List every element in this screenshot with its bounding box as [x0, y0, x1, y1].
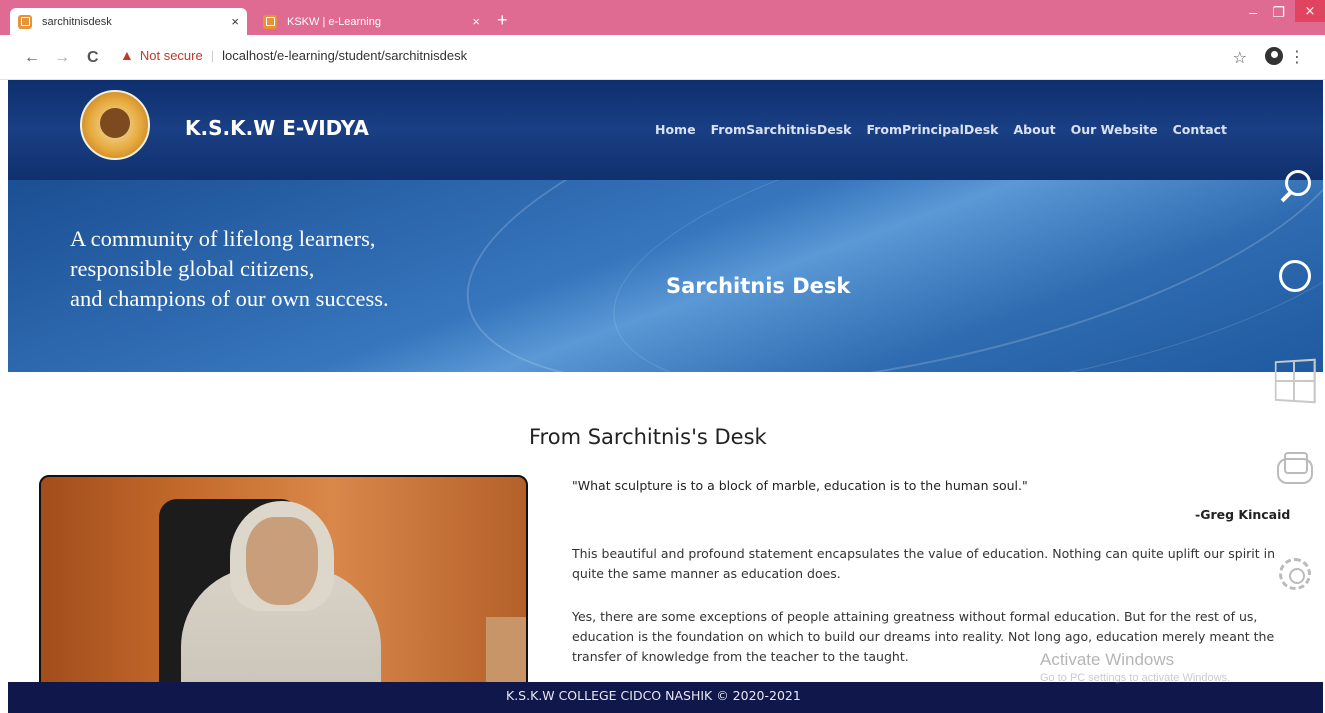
site-favicon-icon — [263, 14, 277, 29]
divider: | — [210, 47, 215, 63]
nav-home[interactable]: Home — [655, 122, 696, 137]
page-heading: From Sarchitnis's Desk — [529, 425, 767, 449]
site-favicon-icon — [18, 14, 32, 29]
quote-text: "What sculpture is to a block of marble,… — [572, 478, 1028, 493]
site-brand[interactable]: K.S.K.W E-VIDYA — [185, 116, 369, 140]
window-close-button[interactable]: × — [1295, 0, 1325, 22]
tagline-line: responsible global citizens, — [70, 256, 315, 281]
forward-button[interactable]: → — [54, 49, 70, 67]
nav-from-principal-desk[interactable]: FromPrincipalDesk — [866, 122, 998, 137]
back-button[interactable]: ← — [24, 49, 40, 67]
maximize-button[interactable]: ❐ — [1272, 4, 1285, 21]
nav-from-sarchitnis-desk[interactable]: FromSarchitnisDesk — [711, 122, 852, 137]
nav-our-website[interactable]: Our Website — [1071, 122, 1158, 137]
activation-watermark: Activate Windows — [1040, 650, 1175, 669]
nav-contact[interactable]: Contact — [1173, 122, 1227, 137]
content-paragraph: Yes, there are some exceptions of people… — [572, 609, 1275, 664]
quote-author: -Greg Kincaid — [1195, 507, 1291, 522]
share-icon[interactable] — [1279, 260, 1311, 292]
browser-tab-bar: sarchitnisdesk × KSKW | e-Learning × + –… — [0, 0, 1325, 35]
nav-about[interactable]: About — [1013, 122, 1055, 137]
account-icon[interactable] — [1265, 47, 1283, 65]
hero-tagline: A community of lifelong learners, respon… — [70, 224, 389, 314]
search-icon[interactable] — [1277, 170, 1311, 204]
sarchitnis-photo — [39, 475, 528, 699]
activation-watermark-subtitle: Go to PC settings to activate Windows. — [1040, 672, 1231, 684]
warning-icon: ▲ — [120, 47, 134, 63]
main-nav: Home FromSarchitnisDesk FromPrincipalDes… — [655, 122, 1227, 137]
browser-menu-icon[interactable]: ⋮ — [1289, 47, 1305, 66]
windows-start-icon[interactable] — [1274, 358, 1316, 404]
site-footer: K.S.K.W COLLEGE CIDCO NASHIK © 2020-2021 — [8, 682, 1323, 713]
url-text[interactable]: localhost/e-learning/student/sarchitnisd… — [222, 48, 467, 63]
content-paragraph: This beautiful and profound statement en… — [572, 546, 1276, 581]
tab-close-icon[interactable]: × — [231, 14, 239, 29]
url-field[interactable]: ▲ Not secure | localhost/e-learning/stud… — [120, 47, 467, 63]
face-shape — [246, 517, 318, 605]
minimize-button[interactable]: – — [1249, 4, 1257, 20]
tagline-line: A community of lifelong learners, — [70, 226, 376, 251]
site-header: K.S.K.W E-VIDYA Home FromSarchitnisDesk … — [8, 80, 1323, 180]
tab-title: KSKW | e-Learning — [287, 15, 381, 28]
hero-title: Sarchitnis Desk — [666, 274, 851, 298]
gear-icon[interactable] — [1279, 558, 1311, 590]
college-logo[interactable] — [80, 90, 150, 160]
tab-close-icon[interactable]: × — [472, 14, 480, 29]
tab-kskw-elearning[interactable]: KSKW | e-Learning × — [255, 8, 488, 35]
bookmark-star-icon[interactable]: ☆ — [1233, 48, 1247, 67]
tab-title: sarchitnisdesk — [42, 15, 112, 28]
devices-icon[interactable] — [1277, 452, 1313, 484]
tab-sarchitnisdesk[interactable]: sarchitnisdesk × — [10, 8, 247, 35]
tagline-line: and champions of our own success. — [70, 286, 389, 311]
person-graphic — [166, 487, 396, 697]
hero-banner: A community of lifelong learners, respon… — [8, 180, 1323, 372]
security-status[interactable]: Not secure — [140, 48, 203, 63]
new-tab-button[interactable]: + — [497, 10, 508, 31]
footer-text: K.S.K.W COLLEGE CIDCO NASHIK © 2020-2021 — [506, 688, 801, 703]
address-bar: ← → C ▲ Not secure | localhost/e-learnin… — [0, 35, 1325, 80]
reload-button[interactable]: C — [87, 49, 99, 67]
